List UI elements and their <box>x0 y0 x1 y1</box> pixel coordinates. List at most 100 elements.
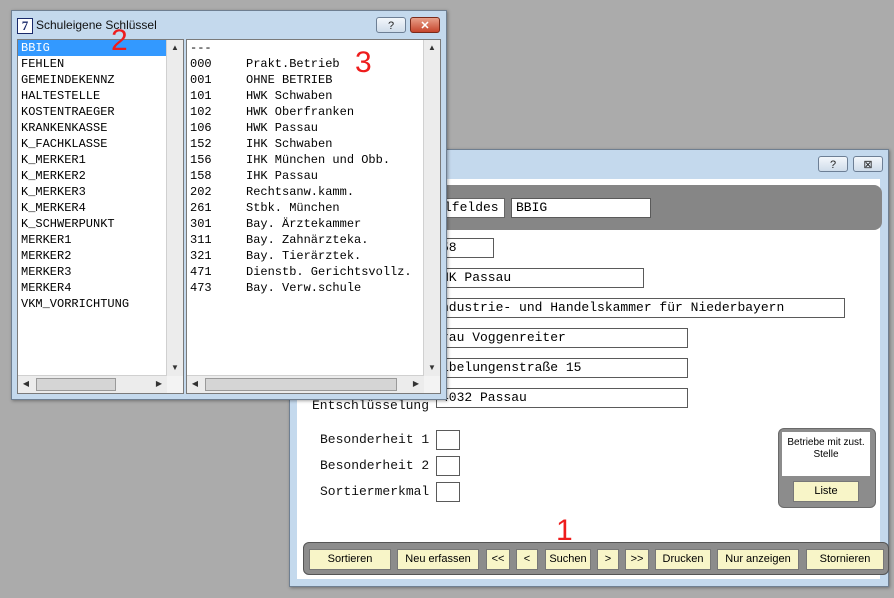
key-list-item[interactable]: K_FACHKLASSE <box>18 136 183 152</box>
key-list-hscrollbar[interactable]: ◀ ▶ <box>18 375 167 393</box>
keys-window: 7 Schuleigene Schlüssel ? ✕ BBIG FEHLEN GE… <box>11 10 447 400</box>
value-code: --- <box>190 41 212 55</box>
value-list-hthumb[interactable] <box>205 378 397 391</box>
drucken-button[interactable]: Drucken <box>655 549 711 570</box>
key-list-hthumb[interactable] <box>36 378 116 391</box>
city-field[interactable]: 4032 Passau <box>436 388 688 408</box>
value-list-vscrollbar[interactable]: ▲ ▼ <box>423 40 440 376</box>
value-list-item[interactable]: 158 IHK Passau <box>187 168 440 184</box>
key-list-vscrollbar[interactable]: ▲ ▼ <box>166 40 183 376</box>
scroll-up-icon[interactable]: ▲ <box>424 40 440 56</box>
value-list-item[interactable]: 261 Stbk. München <box>187 200 440 216</box>
key-list-item[interactable]: FEHLEN <box>18 56 183 72</box>
next-record-button[interactable]: > <box>597 549 619 570</box>
value-code: 301 <box>190 217 212 231</box>
value-list-item[interactable]: 152 IHK Schwaben <box>187 136 440 152</box>
short-name-field[interactable]: HK Passau <box>436 268 644 288</box>
nur-anzeigen-button[interactable]: Nur anzeigen <box>717 549 799 570</box>
key-list-item[interactable]: GEMEINDEKENNZ <box>18 72 183 88</box>
keys-help-button[interactable]: ? <box>376 17 406 33</box>
value-code: 473 <box>190 281 212 295</box>
value-code: 311 <box>190 233 212 247</box>
key-list-item[interactable]: MERKER2 <box>18 248 183 264</box>
key-list-item[interactable]: MERKER1 <box>18 232 183 248</box>
value-list-item[interactable]: --- <box>187 40 440 56</box>
annotation-3: 3 <box>355 46 372 79</box>
help-button[interactable]: ? <box>818 156 848 172</box>
close-button[interactable]: ⊠ <box>853 156 883 172</box>
suchen-button[interactable]: Suchen <box>545 549 591 570</box>
value-list-hscrollbar[interactable]: ◀ ▶ <box>187 375 424 393</box>
app-icon: 7 <box>17 18 33 34</box>
value-text: Stbk. München <box>246 201 340 215</box>
value-code: 001 <box>190 73 212 87</box>
value-code: 156 <box>190 153 212 167</box>
key-list-rows: BBIG FEHLEN GEMEINDEKENNZ HALTESTELLE KOSTEN… <box>18 40 183 312</box>
value-text: IHK München und Obb. <box>246 153 391 167</box>
street-field[interactable]: ibelungenstraße 15 <box>436 358 688 378</box>
value-text: HWK Passau <box>246 121 319 135</box>
value-list-item[interactable]: 473 Bay. Verw.schule <box>187 280 440 296</box>
banner-value-field[interactable]: BBIG <box>511 198 651 218</box>
contact-field[interactable]: rau Voggenreiter <box>436 328 688 348</box>
besonderheit1-label: Besonderheit 1 <box>320 432 430 447</box>
value-list-item[interactable]: 001 OHNE BETRIEB <box>187 72 440 88</box>
value-list-item[interactable]: 471 Dienstb. Gerichtsvollz. <box>187 264 440 280</box>
besonderheit2-field[interactable] <box>436 456 460 476</box>
value-list-item[interactable]: 156 IHK München und Obb. <box>187 152 440 168</box>
first-record-button[interactable]: << <box>486 549 510 570</box>
stornieren-button[interactable]: Stornieren <box>806 549 884 570</box>
sortieren-button[interactable]: Sortieren <box>309 549 391 570</box>
scroll-left-icon[interactable]: ◀ <box>187 376 203 392</box>
key-list-item[interactable]: HALTESTELLE <box>18 88 183 104</box>
key-list-item[interactable]: MERKER4 <box>18 280 183 296</box>
scroll-up-icon[interactable]: ▲ <box>167 40 183 56</box>
sortiermerkmal-field[interactable] <box>436 482 460 502</box>
prev-record-button[interactable]: < <box>516 549 538 570</box>
scroll-right-icon[interactable]: ▶ <box>408 376 424 392</box>
key-list-item[interactable]: BBIG <box>18 40 183 56</box>
key-list-item[interactable]: K_MERKER3 <box>18 184 183 200</box>
value-list-item[interactable]: 101 HWK Schwaben <box>187 88 440 104</box>
value-text: IHK Schwaben <box>246 137 333 151</box>
value-code: 471 <box>190 265 212 279</box>
key-list-item[interactable]: KOSTENTRAEGER <box>18 104 183 120</box>
scroll-right-icon[interactable]: ▶ <box>151 376 167 392</box>
scroll-down-icon[interactable]: ▼ <box>424 360 440 376</box>
value-text: HWK Oberfranken <box>246 105 355 119</box>
long-name-field[interactable]: ndustrie- und Handelskammer für Niederba… <box>436 298 845 318</box>
key-list-item[interactable]: K_MERKER1 <box>18 152 183 168</box>
value-text: Bay. Ärztekammer <box>246 217 362 231</box>
value-list-item[interactable]: 301 Bay. Ärztekammer <box>187 216 440 232</box>
value-list-item[interactable]: 106 HWK Passau <box>187 120 440 136</box>
key-list-corner <box>167 376 183 393</box>
key-list-item[interactable]: KRANKENKASSE <box>18 120 183 136</box>
key-list-item[interactable]: K_SCHWERPUNKT <box>18 216 183 232</box>
key-list-item[interactable]: VKM_VORRICHTUNG <box>18 296 183 312</box>
neu-erfassen-button[interactable]: Neu erfassen <box>397 549 479 570</box>
entschluesselung-label: Entschlüsselung <box>312 398 430 413</box>
key-list-item[interactable]: MERKER3 <box>18 264 183 280</box>
liste-button[interactable]: Liste <box>793 481 859 502</box>
value-list-item[interactable]: 000 Prakt.Betrieb <box>187 56 440 72</box>
besonderheit1-field[interactable] <box>436 430 460 450</box>
value-code: 000 <box>190 57 212 71</box>
last-record-button[interactable]: >> <box>625 549 649 570</box>
value-list-item[interactable]: 102 HWK Oberfranken <box>187 104 440 120</box>
value-code: 106 <box>190 121 212 135</box>
scroll-left-icon[interactable]: ◀ <box>18 376 34 392</box>
value-text: Bay. Verw.schule <box>246 281 362 295</box>
scroll-down-icon[interactable]: ▼ <box>167 360 183 376</box>
keys-close-button[interactable]: ✕ <box>410 17 440 33</box>
value-list-item[interactable]: 311 Bay. Zahnärzteka. <box>187 232 440 248</box>
value-list-item[interactable]: 321 Bay. Tierärztek. <box>187 248 440 264</box>
key-list-item[interactable]: K_MERKER2 <box>18 168 183 184</box>
value-list-rows: --- 000 Prakt.Betrieb 001 OHNE BETRIEB 101 HWK… <box>187 40 440 296</box>
value-text: IHK Passau <box>246 169 319 183</box>
value-code: 101 <box>190 89 212 103</box>
value-list-item[interactable]: 202 Rechtsanw.kamm. <box>187 184 440 200</box>
key-list-item[interactable]: K_MERKER4 <box>18 200 183 216</box>
key-list[interactable]: BBIG FEHLEN GEMEINDEKENNZ HALTESTELLE KOSTEN… <box>17 39 184 394</box>
value-list[interactable]: --- 000 Prakt.Betrieb 001 OHNE BETRIEB 101 HWK… <box>186 39 441 394</box>
annotation-1: 1 <box>556 514 573 547</box>
